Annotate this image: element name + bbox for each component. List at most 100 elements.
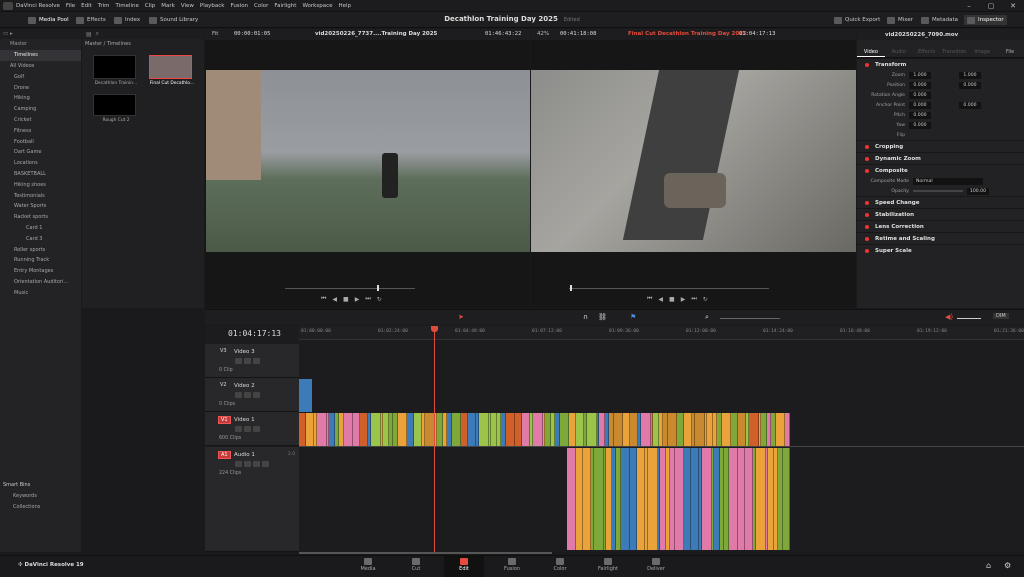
param-y-value[interactable]: 0.000 bbox=[959, 101, 981, 109]
clip[interactable] bbox=[749, 413, 759, 446]
enable-toggle-icon[interactable] bbox=[865, 224, 869, 229]
bin-master[interactable]: Master bbox=[0, 39, 81, 50]
bin-item[interactable]: Camping bbox=[0, 104, 81, 115]
lock-icon[interactable] bbox=[235, 461, 242, 467]
param-x-value[interactable]: 1.000 bbox=[909, 71, 931, 79]
bin-item[interactable]: BASKETBALL bbox=[0, 169, 81, 180]
menu-help[interactable]: Help bbox=[339, 3, 352, 9]
enable-toggle-icon[interactable] bbox=[865, 144, 869, 149]
clip[interactable] bbox=[668, 413, 677, 446]
loop-icon[interactable]: ↻ bbox=[703, 296, 708, 303]
clip[interactable] bbox=[353, 413, 360, 446]
snapping-icon[interactable]: ∩ bbox=[583, 313, 588, 321]
reverse-icon[interactable]: ◀ bbox=[658, 296, 663, 303]
clip[interactable] bbox=[756, 448, 766, 550]
menu-mark[interactable]: Mark bbox=[161, 3, 175, 9]
track-header-a1[interactable]: A1 Audio 1 2.0 224 Clips bbox=[205, 447, 299, 552]
menu-playback[interactable]: Playback bbox=[200, 3, 225, 9]
eye-icon[interactable] bbox=[253, 426, 260, 432]
param-x-value[interactable]: 0.000 bbox=[909, 101, 931, 109]
section-super-scale[interactable]: Super Scale bbox=[857, 244, 1024, 256]
bin-item[interactable]: All Videos bbox=[0, 61, 81, 72]
settings-icon[interactable]: ⚙ bbox=[1004, 561, 1011, 570]
tab-audio[interactable]: Audio bbox=[885, 40, 913, 57]
fit-dropdown[interactable]: Fit bbox=[212, 31, 218, 37]
clip[interactable] bbox=[414, 413, 422, 446]
clip[interactable] bbox=[398, 413, 407, 446]
link-icon[interactable]: ⛓ bbox=[598, 313, 607, 321]
menu-fusion[interactable]: Fusion bbox=[230, 3, 248, 9]
clip[interactable] bbox=[594, 448, 604, 550]
bin-item[interactable]: Golf bbox=[0, 71, 81, 82]
clip[interactable] bbox=[587, 413, 597, 446]
smart-bin-keywords[interactable]: Keywords bbox=[0, 491, 37, 502]
auto-select-icon[interactable] bbox=[244, 358, 251, 364]
clip[interactable] bbox=[621, 448, 630, 550]
param-x-value[interactable]: 0.000 bbox=[909, 91, 931, 99]
clip[interactable] bbox=[684, 413, 692, 446]
menu-clip[interactable]: Clip bbox=[145, 3, 155, 9]
slider-icon[interactable]: ▭ ▸ bbox=[3, 31, 13, 37]
bin-item[interactable]: Roller sports bbox=[0, 244, 81, 255]
jump-end-icon[interactable]: ⏭ bbox=[691, 295, 696, 303]
clip-thumbnail-selected[interactable] bbox=[149, 55, 192, 79]
timeline-video-frame[interactable] bbox=[531, 70, 856, 252]
clip[interactable] bbox=[407, 413, 414, 446]
clip[interactable] bbox=[299, 413, 306, 446]
clip-thumbnail[interactable] bbox=[93, 94, 136, 116]
clip[interactable] bbox=[567, 448, 576, 550]
clip[interactable] bbox=[783, 448, 790, 550]
clip-thumbnail[interactable] bbox=[93, 55, 136, 79]
quick-export-button[interactable]: Quick Export bbox=[834, 15, 880, 25]
playhead[interactable] bbox=[434, 326, 435, 552]
bin-item[interactable]: Football bbox=[0, 136, 81, 147]
clip[interactable] bbox=[630, 448, 637, 550]
zoom-dropdown[interactable]: 42% bbox=[537, 31, 549, 37]
clip[interactable] bbox=[675, 448, 684, 550]
page-edit[interactable]: Edit bbox=[444, 556, 484, 577]
section-speed-change[interactable]: Speed Change bbox=[857, 196, 1024, 208]
bin-item[interactable]: Card 3 bbox=[0, 233, 81, 244]
tab-transition[interactable]: Transition bbox=[940, 40, 968, 57]
jump-start-icon[interactable]: ⏮ bbox=[647, 295, 652, 303]
bin-item[interactable]: Testimonials bbox=[0, 190, 81, 201]
clip[interactable] bbox=[745, 448, 753, 550]
bin-item[interactable]: Dart Game bbox=[0, 147, 81, 158]
clip[interactable] bbox=[623, 413, 630, 446]
loop-icon[interactable]: ↻ bbox=[377, 296, 382, 303]
menu-view[interactable]: View bbox=[181, 3, 194, 9]
clip[interactable] bbox=[637, 448, 645, 550]
lock-icon[interactable] bbox=[235, 358, 242, 364]
clip[interactable] bbox=[576, 413, 584, 446]
clip[interactable] bbox=[738, 448, 745, 550]
clip[interactable] bbox=[691, 448, 699, 550]
tab-effects[interactable]: Effects bbox=[913, 40, 941, 57]
page-fairlight[interactable]: Fairlight bbox=[588, 558, 628, 572]
bin-item[interactable]: Locations bbox=[0, 158, 81, 169]
play-icon[interactable]: ▶ bbox=[355, 296, 360, 303]
menu-trim[interactable]: Trim bbox=[98, 3, 110, 9]
param-x-value[interactable]: 0.000 bbox=[909, 111, 931, 119]
bin-item[interactable]: Racket sports bbox=[0, 212, 81, 223]
param-x-value[interactable]: 0.000 bbox=[909, 81, 931, 89]
section-stabilization[interactable]: Stabilization bbox=[857, 208, 1024, 220]
clip[interactable] bbox=[776, 413, 785, 446]
enable-toggle-icon[interactable] bbox=[865, 156, 869, 161]
clip[interactable] bbox=[306, 413, 314, 446]
clip[interactable] bbox=[560, 413, 569, 446]
timeline-zoom-slider[interactable] bbox=[720, 318, 780, 319]
lock-icon[interactable] bbox=[235, 426, 242, 432]
search-icon[interactable]: ⌕ bbox=[96, 30, 99, 38]
enable-toggle-icon[interactable] bbox=[865, 200, 869, 205]
auto-select-icon[interactable] bbox=[244, 426, 251, 432]
list-view-icon[interactable]: ▤ bbox=[86, 31, 92, 38]
clip[interactable] bbox=[506, 413, 515, 446]
page-fusion[interactable]: Fusion bbox=[492, 558, 532, 572]
inspector-button[interactable]: Inspector bbox=[964, 15, 1007, 25]
bin-item[interactable]: Hiking bbox=[0, 93, 81, 104]
clip[interactable] bbox=[515, 413, 522, 446]
clip[interactable] bbox=[731, 413, 738, 446]
clip[interactable] bbox=[729, 448, 738, 550]
playhead-handle[interactable] bbox=[431, 326, 438, 332]
enable-toggle-icon[interactable] bbox=[865, 168, 869, 173]
